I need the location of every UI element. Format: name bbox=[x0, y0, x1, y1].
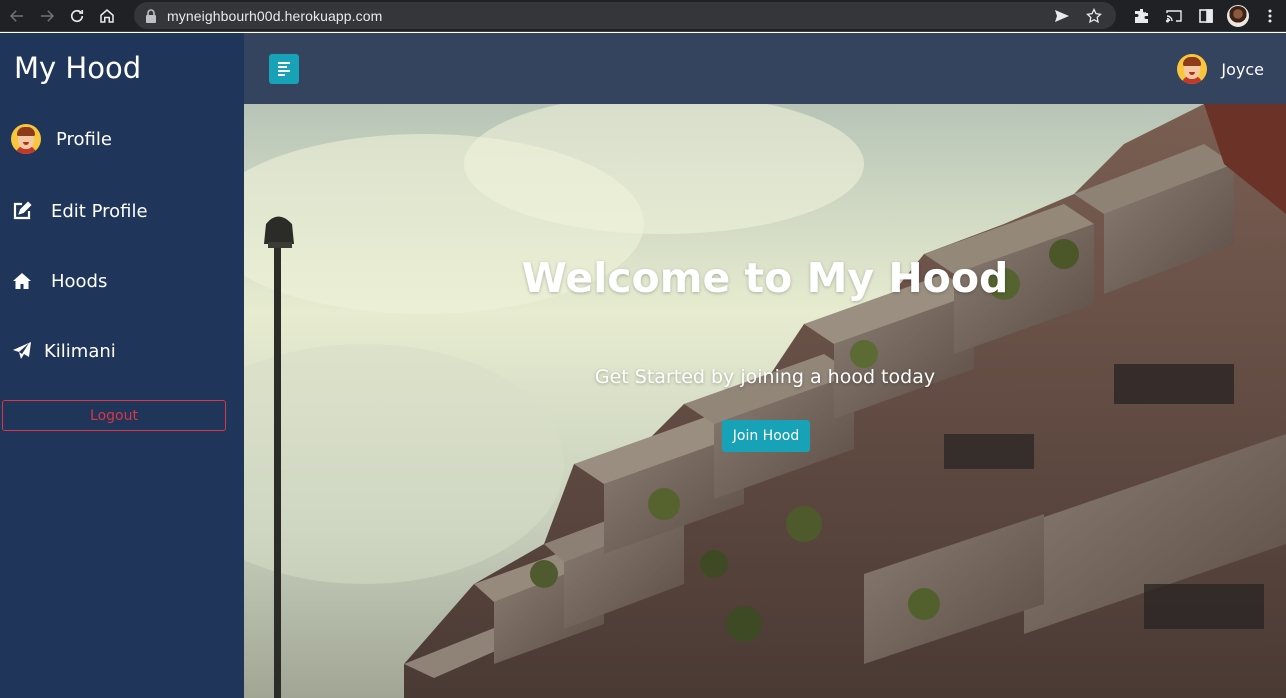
paper-plane-icon bbox=[11, 340, 33, 362]
top-navbar: Joyce bbox=[244, 33, 1286, 104]
join-hood-button[interactable]: Join Hood bbox=[722, 420, 810, 452]
sidepanel-icon[interactable] bbox=[1190, 2, 1222, 30]
profile-avatar[interactable] bbox=[1222, 2, 1254, 30]
user-menu[interactable]: Joyce bbox=[1177, 53, 1264, 85]
sidebar-item-label: Kilimani bbox=[44, 340, 116, 362]
logout-button[interactable]: Logout bbox=[2, 400, 226, 431]
forward-icon[interactable] bbox=[32, 2, 62, 30]
sidebar-item-kilimani[interactable]: Kilimani bbox=[0, 331, 244, 371]
url-text: myneighbourh00d.herokuapp.com bbox=[167, 7, 383, 24]
avatar-icon bbox=[1177, 54, 1208, 84]
sidebar-item-hoods[interactable]: Hoods bbox=[0, 261, 244, 301]
hero-background-image bbox=[244, 104, 1286, 698]
back-icon[interactable] bbox=[2, 2, 32, 30]
username: Joyce bbox=[1221, 59, 1264, 79]
hero-section: Welcome to My Hood Get Started by joinin… bbox=[244, 104, 1286, 698]
sidebar-item-profile[interactable]: Profile bbox=[0, 119, 244, 159]
sidebar-toggle-button[interactable] bbox=[269, 54, 299, 84]
extensions-icon[interactable] bbox=[1126, 2, 1158, 30]
menu-icon[interactable] bbox=[1254, 2, 1286, 30]
reload-icon[interactable] bbox=[62, 2, 92, 30]
lock-icon bbox=[146, 8, 156, 23]
sidebar-item-label: Edit Profile bbox=[51, 200, 148, 222]
sidebar-item-label: Hoods bbox=[51, 270, 108, 292]
avatar-icon bbox=[11, 124, 41, 154]
sidebar: My Hood Profile Edit Profile Hoods Kilim… bbox=[0, 33, 244, 698]
address-bar[interactable]: myneighbourh00d.herokuapp.com bbox=[134, 2, 1116, 29]
hero-title: Welcome to My Hood bbox=[521, 254, 1009, 302]
sidebar-item-edit-profile[interactable]: Edit Profile bbox=[0, 191, 244, 231]
cast-icon[interactable] bbox=[1158, 2, 1190, 30]
hero-subtitle: Get Started by joining a hood today bbox=[594, 366, 936, 388]
sidebar-item-label: Profile bbox=[56, 128, 112, 150]
home-icon[interactable] bbox=[92, 2, 122, 30]
home-icon bbox=[11, 270, 33, 292]
edit-icon bbox=[11, 200, 33, 222]
send-icon[interactable] bbox=[1046, 2, 1078, 29]
sidebar-toggle-icon bbox=[278, 60, 290, 78]
star-icon[interactable] bbox=[1078, 2, 1110, 29]
browser-toolbar: myneighbourh00d.herokuapp.com bbox=[0, 0, 1286, 32]
brand-title[interactable]: My Hood bbox=[14, 51, 141, 85]
